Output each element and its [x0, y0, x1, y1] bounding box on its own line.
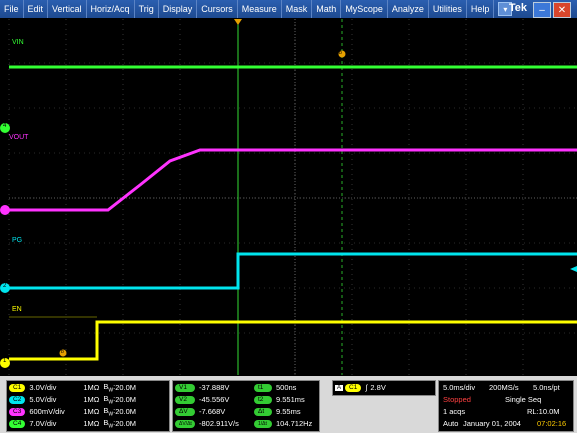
ch3-scale: 600mV/div — [29, 407, 65, 416]
time: 07:02:16 — [537, 419, 567, 428]
trace-vout — [9, 148, 577, 212]
ch3-badge[interactable]: C3 — [9, 407, 26, 416]
pg-offscreen-arrow-icon — [570, 266, 577, 272]
acq-mode: Single Seq — [505, 395, 542, 404]
minimize-icon[interactable]: – — [533, 2, 551, 18]
menu-trig[interactable]: Trig — [135, 0, 159, 18]
trigger-position-icon[interactable] — [234, 19, 242, 25]
v2-badge: V2 — [175, 395, 195, 404]
trigger-source-badge: C1 — [345, 383, 362, 392]
trigger-a-tag: A — [335, 384, 344, 391]
ch2-bandwidth: 20.0M — [115, 395, 137, 404]
acq-count: 1 acqs — [443, 407, 466, 416]
ch2-scale: 5.0V/div — [29, 395, 57, 404]
delta-t-value: 9.55ms — [276, 407, 301, 416]
menu-myscope[interactable]: MyScope — [341, 0, 388, 18]
trace-pg — [9, 252, 577, 290]
ch4-bandwidth: 20.0M — [115, 419, 137, 428]
rising-edge-icon: ∫ — [365, 383, 368, 392]
t1-badge: t1 — [254, 383, 272, 392]
ch1-marker-label: 1 — [3, 358, 7, 364]
menu-mask[interactable]: Mask — [282, 0, 313, 18]
v1-badge: V1 — [175, 383, 195, 392]
ch4-marker-label: 4 — [3, 123, 7, 129]
close-icon[interactable]: ✕ — [553, 2, 571, 18]
readout-area: C1 3.0V/div 1MΩ BW: 20.0M C2 5.0V/div 1MΩ… — [0, 376, 577, 433]
delta-t-badge: Δt — [254, 407, 272, 416]
menu-vertical[interactable]: Vertical — [48, 0, 87, 18]
t2-badge: t2 — [254, 395, 272, 404]
menu-cursors[interactable]: Cursors — [197, 0, 238, 18]
pg-label: PG — [12, 237, 23, 244]
trigger-readout[interactable]: A C1 ∫ 2.8V — [332, 380, 436, 396]
ch3-marker[interactable] — [0, 205, 10, 215]
en-label: EN — [12, 306, 22, 313]
cursor-b-bottom-label: b — [61, 349, 64, 355]
vin-label: VIN — [12, 39, 24, 46]
menu-help[interactable]: Help — [467, 0, 495, 18]
menu-utilities[interactable]: Utilities — [429, 0, 467, 18]
t1-value: 500ns — [276, 383, 297, 392]
horizontal-scale: 5.0ms/div — [443, 383, 476, 392]
t2-value: 9.551ms — [276, 395, 305, 404]
ch4-impedance: 1MΩ — [83, 419, 100, 428]
ch2-badge[interactable]: C2 — [9, 395, 26, 404]
ch4-badge[interactable]: C4 — [9, 419, 26, 428]
resolution: 5.0ns/pt — [533, 383, 560, 392]
ch2-marker-label: 2 — [3, 283, 7, 289]
menu-analyze[interactable]: Analyze — [388, 0, 429, 18]
menu-file[interactable]: File — [0, 0, 24, 18]
menu-horiz-acq[interactable]: Horiz/Acq — [87, 0, 135, 18]
v1-value: -37.888V — [199, 383, 230, 392]
waveform-display[interactable]: VIN VOUT PG EN b b 4 2 1 — [0, 18, 577, 376]
ch1-bandwidth: 20.0M — [115, 383, 137, 392]
acq-state: Stopped — [443, 395, 471, 404]
vout-label: VOUT — [9, 134, 29, 141]
ch1-badge[interactable]: C1 — [9, 383, 26, 392]
trigger-mode: Auto — [443, 419, 459, 428]
graticule — [0, 19, 577, 375]
freq-badge: 1/Δt — [254, 419, 272, 428]
trace-en — [9, 320, 577, 361]
channel-scale-panel[interactable]: C1 3.0V/div 1MΩ BW: 20.0M C2 5.0V/div 1MΩ… — [6, 380, 170, 432]
ch1-impedance: 1MΩ — [83, 383, 100, 392]
cursor-b-top-label: b — [339, 50, 342, 56]
menu-bar: File Edit Vertical Horiz/Acq Trig Displa… — [0, 0, 577, 18]
brand-logo: Tek — [508, 2, 527, 14]
ch3-impedance: 1MΩ — [83, 407, 100, 416]
cursor-readout-panel[interactable]: V1 -37.888V t1 500ns V2 -45.556V t2 9.55… — [172, 380, 320, 432]
menu-measure[interactable]: Measure — [238, 0, 282, 18]
v2-value: -45.556V — [199, 395, 230, 404]
slope-value: -802.911V/s — [199, 419, 239, 428]
ch1-scale: 3.0V/div — [29, 383, 57, 392]
trigger-level: 2.8V — [370, 383, 386, 392]
slope-badge: ΔV/Δt — [175, 419, 195, 428]
date: January 01, 2004 — [463, 419, 521, 428]
record-length: RL:10.0M — [527, 407, 560, 416]
delta-v-badge: ΔV — [175, 407, 195, 416]
ch2-impedance: 1MΩ — [83, 395, 100, 404]
ch4-scale: 7.0V/div — [29, 419, 57, 428]
freq-value: 104.712Hz — [276, 419, 313, 428]
menu-edit[interactable]: Edit — [24, 0, 49, 18]
acquisition-panel[interactable]: 5.0ms/div 200MS/s 5.0ns/pt Stopped Singl… — [438, 380, 574, 432]
menu-math[interactable]: Math — [312, 0, 342, 18]
sample-rate: 200MS/s — [489, 383, 519, 392]
ch3-bandwidth: 20.0M — [115, 407, 137, 416]
delta-v-value: -7.668V — [199, 407, 226, 416]
menu-display[interactable]: Display — [159, 0, 198, 18]
